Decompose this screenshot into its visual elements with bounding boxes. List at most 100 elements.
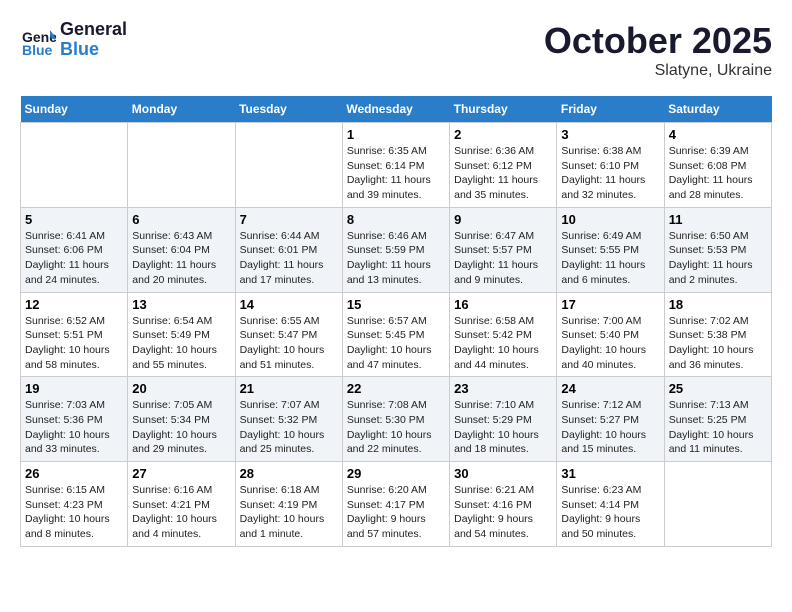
calendar-cell: 4Sunrise: 6:39 AM Sunset: 6:08 PM Daylig… xyxy=(664,123,771,208)
day-number: 29 xyxy=(347,466,445,481)
day-number: 8 xyxy=(347,212,445,227)
day-number: 10 xyxy=(561,212,659,227)
day-info: Sunrise: 7:12 AM Sunset: 5:27 PM Dayligh… xyxy=(561,398,659,457)
calendar-cell: 28 Sunrise: 6:18 AM Sunset: 4:19 PM Dayli… xyxy=(235,462,342,547)
day-info: Sunrise: 6:46 AM Sunset: 5:59 PM Dayligh… xyxy=(347,229,445,288)
day-number: 11 xyxy=(669,212,767,227)
calendar-cell: 26Sunrise: 6:15 AM Sunset: 4:23 PM Dayli… xyxy=(21,462,128,547)
day-info: Sunrise: 6:35 AM Sunset: 6:14 PM Dayligh… xyxy=(347,144,445,203)
calendar-week-row: 1 Sunrise: 6:35 AM Sunset: 6:14 PM Daylig… xyxy=(21,123,772,208)
calendar-cell: 27Sunrise: 6:16 AM Sunset: 4:21 PM Dayli… xyxy=(128,462,235,547)
weekday-header-sunday: Sunday xyxy=(21,96,128,123)
calendar-cell: 29 Sunrise: 6:20 AM Sunset: 4:17 PM Dayli… xyxy=(342,462,449,547)
weekday-header-row: SundayMondayTuesdayWednesdayThursdayFrid… xyxy=(21,96,772,123)
day-info: Sunrise: 6:38 AM Sunset: 6:10 PM Dayligh… xyxy=(561,144,659,203)
day-number: 9 xyxy=(454,212,552,227)
calendar-cell: 11 Sunrise: 6:50 AM Sunset: 5:53 PM Dayli… xyxy=(664,207,771,292)
calendar-cell: 22 Sunrise: 7:08 AM Sunset: 5:30 PM Dayli… xyxy=(342,377,449,462)
day-number: 31 xyxy=(561,466,659,481)
day-number: 28 xyxy=(240,466,338,481)
page-header: General Blue General Blue October 2025 S… xyxy=(20,20,772,80)
calendar-cell: 2 Sunrise: 6:36 AM Sunset: 6:12 PM Daylig… xyxy=(450,123,557,208)
calendar-table: SundayMondayTuesdayWednesdayThursdayFrid… xyxy=(20,96,772,547)
weekday-header-monday: Monday xyxy=(128,96,235,123)
day-number: 30 xyxy=(454,466,552,481)
day-number: 13 xyxy=(132,297,230,312)
day-info: Sunrise: 7:13 AM Sunset: 5:25 PM Dayligh… xyxy=(669,398,767,457)
calendar-cell: 13 Sunrise: 6:54 AM Sunset: 5:49 PM Dayli… xyxy=(128,292,235,377)
calendar-cell: 3 Sunrise: 6:38 AM Sunset: 6:10 PM Daylig… xyxy=(557,123,664,208)
day-number: 15 xyxy=(347,297,445,312)
day-info: Sunrise: 6:50 AM Sunset: 5:53 PM Dayligh… xyxy=(669,229,767,288)
day-number: 21 xyxy=(240,381,338,396)
title-block: October 2025 Slatyne, Ukraine xyxy=(544,20,772,80)
day-info: Sunrise: 6:36 AM Sunset: 6:12 PM Dayligh… xyxy=(454,144,552,203)
calendar-cell: 21Sunrise: 7:07 AM Sunset: 5:32 PM Dayli… xyxy=(235,377,342,462)
calendar-cell: 16 Sunrise: 6:58 AM Sunset: 5:42 PM Dayli… xyxy=(450,292,557,377)
day-info: Sunrise: 6:15 AM Sunset: 4:23 PM Dayligh… xyxy=(25,483,123,542)
calendar-week-row: 5 Sunrise: 6:41 AM Sunset: 6:06 PM Daylig… xyxy=(21,207,772,292)
day-info: Sunrise: 6:18 AM Sunset: 4:19 PM Dayligh… xyxy=(240,483,338,542)
day-info: Sunrise: 7:10 AM Sunset: 5:29 PM Dayligh… xyxy=(454,398,552,457)
day-info: Sunrise: 7:05 AM Sunset: 5:34 PM Dayligh… xyxy=(132,398,230,457)
day-number: 6 xyxy=(132,212,230,227)
day-info: Sunrise: 6:43 AM Sunset: 6:04 PM Dayligh… xyxy=(132,229,230,288)
logo-line1: General xyxy=(60,20,127,40)
day-number: 12 xyxy=(25,297,123,312)
day-info: Sunrise: 7:00 AM Sunset: 5:40 PM Dayligh… xyxy=(561,314,659,373)
calendar-cell: 24 Sunrise: 7:12 AM Sunset: 5:27 PM Dayli… xyxy=(557,377,664,462)
day-number: 16 xyxy=(454,297,552,312)
day-number: 22 xyxy=(347,381,445,396)
calendar-cell: 20Sunrise: 7:05 AM Sunset: 5:34 PM Dayli… xyxy=(128,377,235,462)
calendar-cell: 25 Sunrise: 7:13 AM Sunset: 5:25 PM Dayli… xyxy=(664,377,771,462)
day-info: Sunrise: 6:20 AM Sunset: 4:17 PM Dayligh… xyxy=(347,483,445,542)
weekday-header-friday: Friday xyxy=(557,96,664,123)
day-info: Sunrise: 6:44 AM Sunset: 6:01 PM Dayligh… xyxy=(240,229,338,288)
day-info: Sunrise: 6:47 AM Sunset: 5:57 PM Dayligh… xyxy=(454,229,552,288)
day-info: Sunrise: 6:55 AM Sunset: 5:47 PM Dayligh… xyxy=(240,314,338,373)
calendar-cell: 1 Sunrise: 6:35 AM Sunset: 6:14 PM Daylig… xyxy=(342,123,449,208)
day-info: Sunrise: 6:21 AM Sunset: 4:16 PM Dayligh… xyxy=(454,483,552,542)
calendar-cell: 14Sunrise: 6:55 AM Sunset: 5:47 PM Dayli… xyxy=(235,292,342,377)
calendar-cell: 7 Sunrise: 6:44 AM Sunset: 6:01 PM Daylig… xyxy=(235,207,342,292)
svg-text:Blue: Blue xyxy=(22,42,53,58)
calendar-cell xyxy=(235,123,342,208)
calendar-cell: 10 Sunrise: 6:49 AM Sunset: 5:55 PM Dayli… xyxy=(557,207,664,292)
month-title: October 2025 xyxy=(544,20,772,62)
day-number: 19 xyxy=(25,381,123,396)
day-number: 5 xyxy=(25,212,123,227)
calendar-cell: 15 Sunrise: 6:57 AM Sunset: 5:45 PM Dayli… xyxy=(342,292,449,377)
day-number: 2 xyxy=(454,127,552,142)
weekday-header-tuesday: Tuesday xyxy=(235,96,342,123)
calendar-cell xyxy=(21,123,128,208)
calendar-cell: 31 Sunrise: 6:23 AM Sunset: 4:14 PM Dayli… xyxy=(557,462,664,547)
location-subtitle: Slatyne, Ukraine xyxy=(544,62,772,80)
day-info: Sunrise: 6:58 AM Sunset: 5:42 PM Dayligh… xyxy=(454,314,552,373)
day-number: 1 xyxy=(347,127,445,142)
day-number: 7 xyxy=(240,212,338,227)
day-info: Sunrise: 6:57 AM Sunset: 5:45 PM Dayligh… xyxy=(347,314,445,373)
weekday-header-saturday: Saturday xyxy=(664,96,771,123)
day-info: Sunrise: 6:54 AM Sunset: 5:49 PM Dayligh… xyxy=(132,314,230,373)
logo-icon: General Blue xyxy=(20,22,56,58)
day-info: Sunrise: 6:23 AM Sunset: 4:14 PM Dayligh… xyxy=(561,483,659,542)
day-number: 24 xyxy=(561,381,659,396)
day-info: Sunrise: 6:41 AM Sunset: 6:06 PM Dayligh… xyxy=(25,229,123,288)
weekday-header-wednesday: Wednesday xyxy=(342,96,449,123)
calendar-cell: 12 Sunrise: 6:52 AM Sunset: 5:51 PM Dayli… xyxy=(21,292,128,377)
day-number: 27 xyxy=(132,466,230,481)
day-number: 17 xyxy=(561,297,659,312)
calendar-cell xyxy=(664,462,771,547)
weekday-header-thursday: Thursday xyxy=(450,96,557,123)
calendar-week-row: 12 Sunrise: 6:52 AM Sunset: 5:51 PM Dayli… xyxy=(21,292,772,377)
calendar-cell: 6 Sunrise: 6:43 AM Sunset: 6:04 PM Daylig… xyxy=(128,207,235,292)
logo: General Blue General Blue xyxy=(20,20,127,60)
day-number: 25 xyxy=(669,381,767,396)
day-info: Sunrise: 7:03 AM Sunset: 5:36 PM Dayligh… xyxy=(25,398,123,457)
day-info: Sunrise: 7:02 AM Sunset: 5:38 PM Dayligh… xyxy=(669,314,767,373)
day-number: 3 xyxy=(561,127,659,142)
day-info: Sunrise: 6:49 AM Sunset: 5:55 PM Dayligh… xyxy=(561,229,659,288)
day-info: Sunrise: 7:08 AM Sunset: 5:30 PM Dayligh… xyxy=(347,398,445,457)
day-info: Sunrise: 6:52 AM Sunset: 5:51 PM Dayligh… xyxy=(25,314,123,373)
calendar-cell: 5 Sunrise: 6:41 AM Sunset: 6:06 PM Daylig… xyxy=(21,207,128,292)
